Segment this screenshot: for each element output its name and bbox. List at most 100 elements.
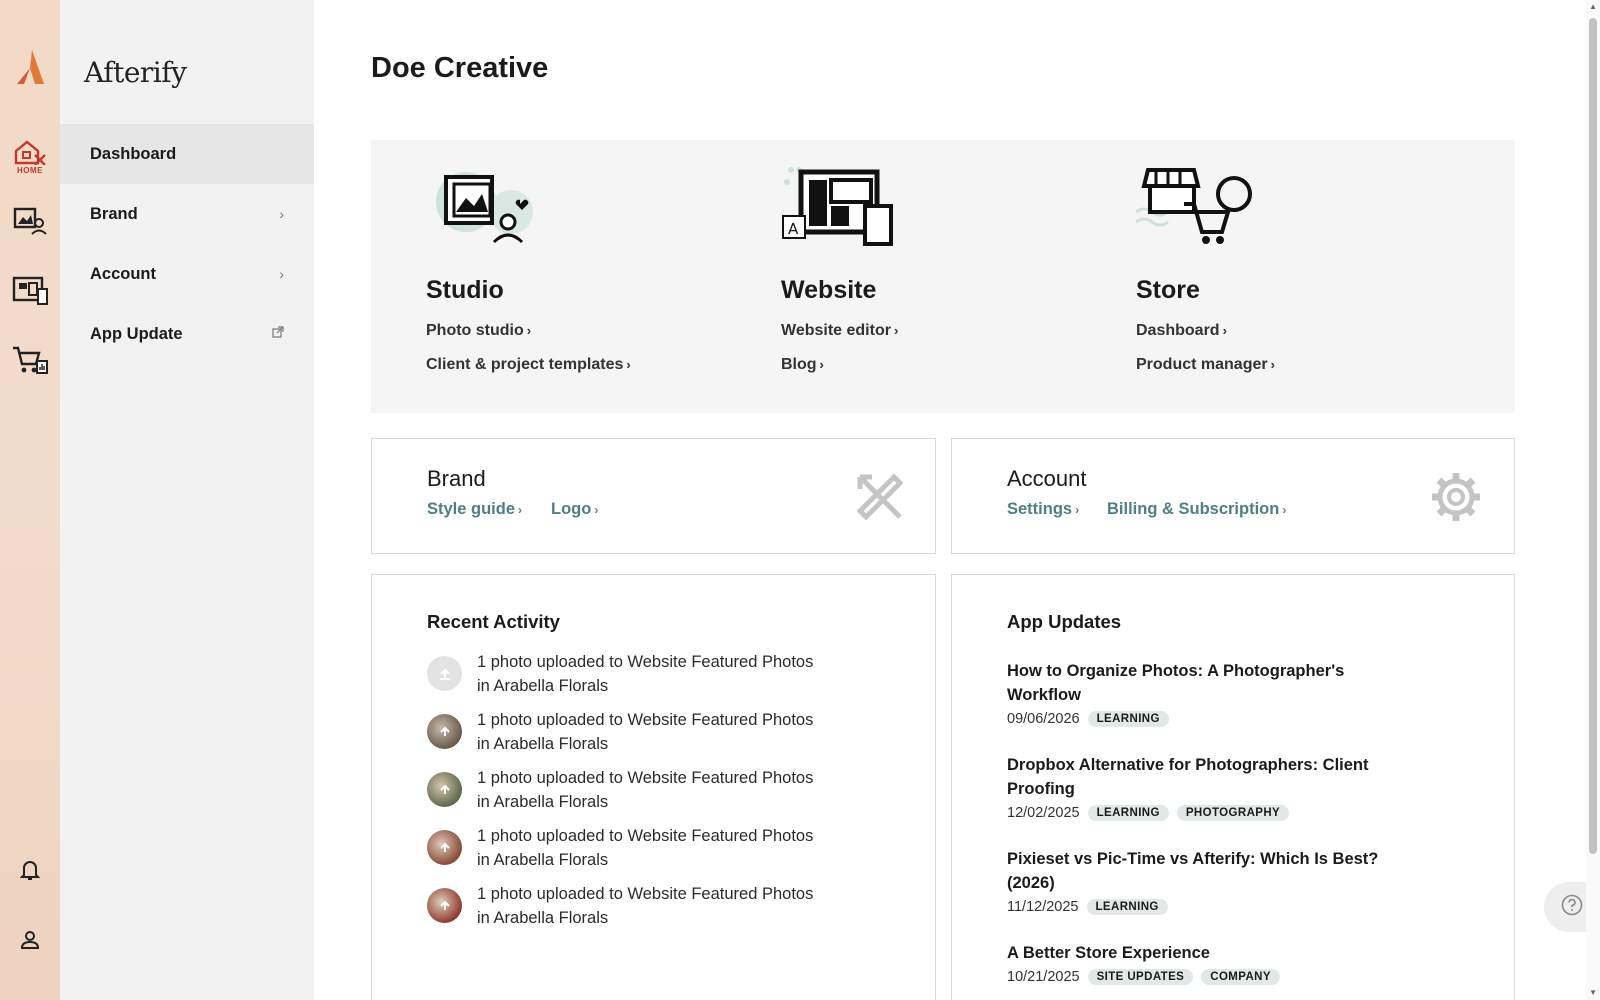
- website-icon[interactable]: [10, 270, 50, 310]
- product-manager-link[interactable]: Product manager ›: [1136, 356, 1275, 374]
- store-dashboard-link[interactable]: Dashboard ›: [1136, 322, 1227, 340]
- avatar: [427, 888, 462, 923]
- update-title[interactable]: A Better Store Experience: [1007, 941, 1407, 965]
- account-card-title: Account: [1007, 466, 1087, 491]
- account-card: Account Settings › Billing & Subscription…: [951, 438, 1515, 554]
- tag-badge: LEARNING: [1087, 805, 1169, 821]
- recent-activity-title: Recent Activity: [427, 611, 560, 632]
- list-item[interactable]: 1 photo uploaded to Website Featured Pho…: [427, 650, 857, 700]
- settings-link[interactable]: Settings ›: [1007, 500, 1079, 519]
- link-label: Style guide: [427, 500, 516, 518]
- chevron-right-icon: ›: [279, 206, 284, 222]
- update-title[interactable]: Pixieset vs Pic-Time vs Afterify: Which …: [1007, 847, 1407, 895]
- chevron-right-icon: ›: [594, 503, 599, 517]
- bell-icon[interactable]: [10, 850, 50, 890]
- sidebar-item-label: Brand: [90, 204, 138, 223]
- chevron-right-icon: ›: [1282, 503, 1287, 517]
- svg-text:A: A: [788, 220, 799, 238]
- billing-subscription-link[interactable]: Billing & Subscription ›: [1107, 500, 1286, 519]
- avatar: [427, 714, 462, 749]
- chevron-right-icon: ›: [1075, 503, 1080, 517]
- list-item[interactable]: Pixieset vs Pic-Time vs Afterify: Which …: [1007, 847, 1407, 915]
- chevron-right-icon: ›: [1222, 323, 1227, 338]
- afterify-logo-icon[interactable]: [15, 48, 45, 86]
- website-illustration-icon: A: [781, 162, 896, 247]
- activity-text: 1 photo uploaded to Website Featured Pho…: [477, 653, 814, 695]
- link-label: Blog: [781, 356, 817, 373]
- store-icon[interactable]: [10, 340, 50, 380]
- chevron-right-icon: ›: [518, 503, 523, 517]
- studio-illustration-icon: [426, 162, 541, 247]
- link-label: Website editor: [781, 322, 891, 339]
- list-item[interactable]: A Better Store Experience 10/21/2025 SIT…: [1007, 941, 1407, 985]
- logo-link[interactable]: Logo ›: [551, 500, 598, 519]
- external-link-icon: [272, 325, 284, 343]
- chevron-right-icon: ›: [893, 323, 899, 338]
- sidebar-item-app-update[interactable]: App Update: [60, 304, 314, 364]
- link-label: Photo studio: [426, 322, 524, 339]
- vertical-scrollbar[interactable]: ▲ ▼: [1586, 0, 1600, 1000]
- list-item[interactable]: Dropbox Alternative for Photographers: C…: [1007, 753, 1407, 821]
- tag-badge: LEARNING: [1086, 899, 1168, 915]
- studio-icon[interactable]: [10, 200, 50, 240]
- product-overview-panel: Studio Photo studio › Client & project te…: [371, 140, 1515, 413]
- client-project-templates-link[interactable]: Client & project templates ›: [426, 356, 631, 374]
- pencil-ruler-icon: [854, 471, 906, 528]
- style-guide-link[interactable]: Style guide ›: [427, 500, 522, 519]
- sidebar-item-label: App Update: [90, 324, 183, 343]
- website-title: Website: [781, 276, 877, 304]
- store-illustration-icon: [1135, 162, 1252, 247]
- chevron-right-icon: ›: [819, 357, 824, 372]
- chevron-right-icon: ›: [279, 266, 284, 282]
- upload-icon: [427, 656, 462, 691]
- question-mark-icon: [1561, 894, 1583, 921]
- list-item[interactable]: 1 photo uploaded to Website Featured Pho…: [427, 766, 857, 816]
- list-item[interactable]: How to Organize Photos: A Photographer's…: [1007, 659, 1407, 727]
- sidebar: Afterify Dashboard Brand › Account › App…: [60, 0, 314, 1000]
- tag-badge: PHOTOGRAPHY: [1176, 805, 1290, 821]
- sidebar-item-dashboard[interactable]: Dashboard: [60, 124, 314, 184]
- website-editor-link[interactable]: Website editor ›: [781, 322, 898, 340]
- user-profile-icon[interactable]: [10, 920, 50, 960]
- blog-link[interactable]: Blog ›: [781, 356, 824, 374]
- link-label: Logo: [551, 500, 592, 518]
- app-updates-title: App Updates: [1007, 611, 1122, 632]
- scroll-down-icon[interactable]: ▼: [1589, 988, 1597, 997]
- activity-text: 1 photo uploaded to Website Featured Pho…: [477, 827, 814, 869]
- scrollbar-thumb[interactable]: [1589, 18, 1597, 854]
- update-date: 09/06/2026: [1007, 711, 1080, 727]
- avatar: [427, 772, 462, 807]
- list-item[interactable]: 1 photo uploaded to Website Featured Pho…: [427, 824, 857, 874]
- sidebar-item-account[interactable]: Account ›: [60, 244, 314, 304]
- home-icon[interactable]: HOME: [10, 136, 50, 178]
- chevron-right-icon: ›: [626, 357, 631, 372]
- photo-studio-link[interactable]: Photo studio ›: [426, 322, 531, 340]
- brand-wordmark: Afterify: [84, 56, 187, 89]
- list-item[interactable]: 1 photo uploaded to Website Featured Pho…: [427, 708, 857, 758]
- scroll-up-icon[interactable]: ▲: [1589, 2, 1597, 11]
- avatar: [427, 830, 462, 865]
- update-title[interactable]: Dropbox Alternative for Photographers: C…: [1007, 753, 1407, 801]
- gear-icon: [1430, 471, 1482, 528]
- link-label: Client & project templates: [426, 356, 624, 373]
- tag-badge: COMPANY: [1201, 969, 1280, 985]
- app-updates-panel: App Updates How to Organize Photos: A Ph…: [951, 574, 1515, 1000]
- studio-title: Studio: [426, 276, 504, 304]
- list-item[interactable]: 1 photo uploaded to Website Featured Pho…: [427, 882, 857, 932]
- sidebar-item-label: Dashboard: [90, 144, 177, 163]
- link-label: Product manager: [1136, 356, 1268, 373]
- update-title[interactable]: How to Organize Photos: A Photographer's…: [1007, 659, 1407, 707]
- home-label: HOME: [17, 166, 43, 175]
- chevron-right-icon: ›: [1270, 357, 1275, 372]
- website-section: A Website Website editor › Blog ›: [726, 140, 1066, 413]
- studio-section: Studio Photo studio › Client & project te…: [371, 140, 711, 413]
- brand-card: Brand Style guide › Logo ›: [371, 438, 936, 554]
- activity-text: 1 photo uploaded to Website Featured Pho…: [477, 711, 814, 753]
- sidebar-item-brand[interactable]: Brand ›: [60, 184, 314, 244]
- brand-card-title: Brand: [427, 466, 486, 491]
- link-label: Billing & Subscription: [1107, 500, 1280, 518]
- activity-text: 1 photo uploaded to Website Featured Pho…: [477, 769, 814, 811]
- chevron-right-icon: ›: [526, 323, 532, 338]
- store-title: Store: [1136, 276, 1200, 304]
- link-label: Settings: [1007, 500, 1073, 518]
